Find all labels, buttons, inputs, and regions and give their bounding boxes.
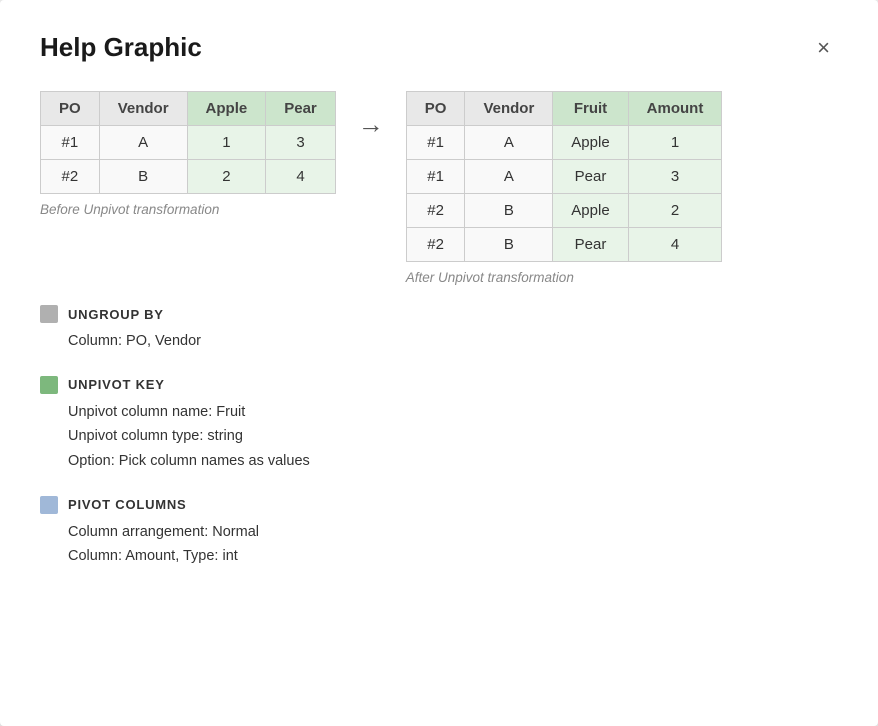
legend-item-ungroup-by: UNGROUP BY Column: PO, Vendor: [40, 305, 838, 354]
legend-detail: Unpivot column name: Fruit: [40, 400, 838, 425]
after-table-header: Amount: [628, 92, 722, 126]
legend-header-pivot-columns: PIVOT COLUMNS: [40, 496, 838, 514]
legend-detail: Column arrangement: Normal: [40, 520, 838, 545]
table-row: #2BPear4: [406, 228, 722, 262]
dialog-header: Help Graphic ×: [40, 32, 838, 63]
help-graphic-dialog: Help Graphic × POVendorApplePear #1A13#2…: [0, 0, 878, 726]
after-table-caption: After Unpivot transformation: [406, 270, 574, 285]
legend-label-ungroup-by: UNGROUP BY: [68, 307, 164, 322]
legend-label-unpivot-key: UNPIVOT KEY: [68, 377, 165, 392]
table-row: #1AApple1: [406, 126, 722, 160]
before-table: POVendorApplePear #1A13#2B24: [40, 91, 336, 194]
legend-detail: Column: Amount, Type: int: [40, 544, 838, 569]
table-row: #1A13: [41, 126, 336, 160]
dialog-title: Help Graphic: [40, 32, 202, 63]
before-table-header: Vendor: [99, 92, 187, 126]
legend-section: UNGROUP BYColumn: PO, VendorUNPIVOT KEYU…: [40, 305, 838, 569]
before-table-header: Pear: [266, 92, 336, 126]
legend-item-pivot-columns: PIVOT COLUMNS Column arrangement: NormalC…: [40, 496, 838, 569]
table-row: #2BApple2: [406, 194, 722, 228]
after-table-header: Fruit: [553, 92, 628, 126]
legend-detail: Unpivot column type: string: [40, 424, 838, 449]
legend-label-pivot-columns: PIVOT COLUMNS: [68, 497, 186, 512]
table-row: #1APear3: [406, 160, 722, 194]
table-row: #2B24: [41, 160, 336, 194]
before-table-header: Apple: [187, 92, 266, 126]
tables-row: POVendorApplePear #1A13#2B24 Before Unpi…: [40, 91, 838, 285]
before-table-caption: Before Unpivot transformation: [40, 202, 219, 217]
after-table-block: POVendorFruitAmount #1AApple1#1APear3#2B…: [406, 91, 723, 285]
legend-color-unpivot-key: [40, 376, 58, 394]
legend-header-unpivot-key: UNPIVOT KEY: [40, 376, 838, 394]
legend-color-pivot-columns: [40, 496, 58, 514]
after-table-header: Vendor: [465, 92, 553, 126]
legend-color-ungroup-by: [40, 305, 58, 323]
after-table-header: PO: [406, 92, 465, 126]
legend-detail: Option: Pick column names as values: [40, 449, 838, 474]
arrow: →: [336, 91, 406, 140]
legend-header-ungroup-by: UNGROUP BY: [40, 305, 838, 323]
close-button[interactable]: ×: [809, 33, 838, 63]
before-table-header: PO: [41, 92, 100, 126]
legend-detail: Column: PO, Vendor: [40, 329, 838, 354]
before-table-block: POVendorApplePear #1A13#2B24 Before Unpi…: [40, 91, 336, 217]
legend-item-unpivot-key: UNPIVOT KEY Unpivot column name: FruitUnp…: [40, 376, 838, 474]
after-table: POVendorFruitAmount #1AApple1#1APear3#2B…: [406, 91, 723, 262]
